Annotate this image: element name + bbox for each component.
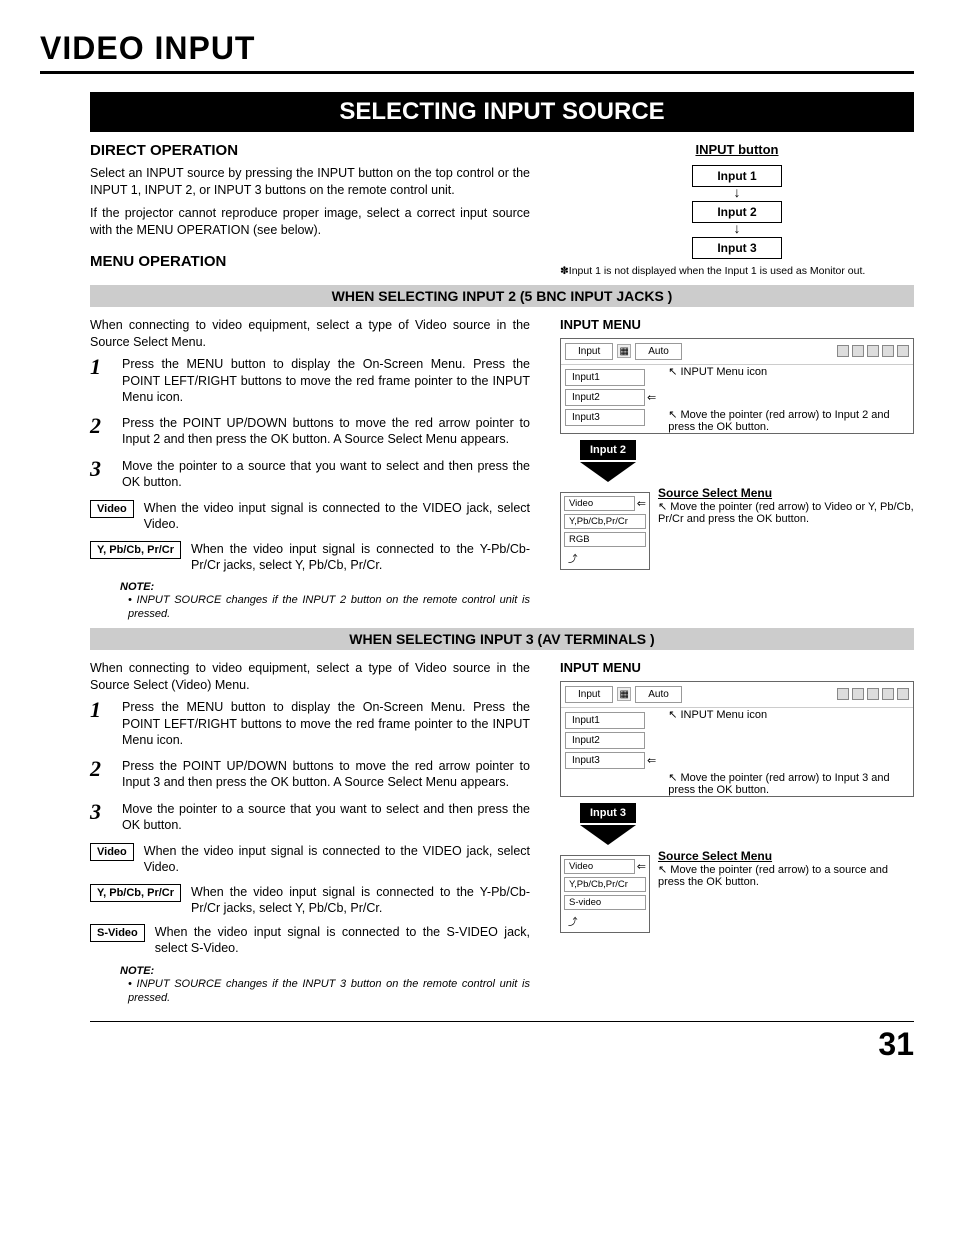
note-label: NOTE: [120,581,530,593]
toolbar-icon [897,345,909,357]
step-number: 1 [90,356,108,378]
sec3-step2: Press the POINT UP/DOWN buttons to move … [122,758,530,791]
menu-icon: ▦ [617,687,631,701]
direct-p1: Select an INPUT source by pressing the I… [90,165,530,199]
source-item-video: Video [564,496,635,511]
input-button-note: ✽Input 1 is not displayed when the Input… [560,265,914,279]
menu-item-input1: Input1 [565,369,645,386]
source-close-icon: ⤴ [564,913,646,929]
big-arrow-down-icon [580,825,636,845]
option-svideo: S-Video [90,924,145,942]
option-video-text: When the video input signal is connected… [144,500,530,533]
toolbar-icon [867,688,879,700]
input-menu-panel: Input ▦ Auto Input1 Input2 I [560,681,914,797]
option-ypbcb: Y, Pb/Cb, Pr/Cr [90,884,181,902]
arrow-label-input2: Input 2 [580,440,636,460]
step-number: 1 [90,699,108,721]
input-menu-icon-label: ↖ INPUT Menu icon [668,708,913,721]
section-banner: SELECTING INPUT SOURCE [90,92,914,132]
toolbar-icon [837,345,849,357]
input-menu-title: INPUT MENU [560,317,914,332]
source-item-svideo: S-video [564,895,646,910]
sec3-note: • INPUT SOURCE changes if the INPUT 3 bu… [120,977,530,1006]
toolbar-icon [867,345,879,357]
toolbar-icon [897,688,909,700]
big-arrow-down-icon [580,462,636,482]
menu-icon: ▦ [617,344,631,358]
source-select-panel: Video⇐ Y,Pb/Cb,Pr/Cr RGB ⤴ [560,492,650,570]
sec3-step1: Press the MENU button to display the On-… [122,699,530,748]
step-number: 2 [90,415,108,437]
toolbar-icon [852,345,864,357]
input2-bar: WHEN SELECTING INPUT 2 (5 BNC INPUT JACK… [90,285,914,307]
menu-header-input: Input [565,343,613,360]
input-menu-annotation: ↖ Move the pointer (red arrow) to Input … [668,772,889,796]
sec3-intro: When connecting to video equipment, sele… [90,660,530,694]
menu-item-input3: Input3 [565,752,645,769]
red-arrow-icon: ⇐ [635,860,646,873]
menu-header-input: Input [565,686,613,703]
option-video: Video [90,500,134,518]
page-number: 31 [90,1021,914,1063]
option-ypbcb-text: When the video input signal is connected… [191,541,530,574]
input-menu-panel: Input ▦ Auto Input1 Input2⇐ [560,338,914,434]
menu-item-input3: Input3 [565,409,645,426]
step-number: 3 [90,458,108,480]
step-number: 2 [90,758,108,780]
input3-bar: WHEN SELECTING INPUT 3 (AV TERMINALS ) [90,628,914,650]
menu-header-auto: Auto [635,343,682,360]
sec2-step2: Press the POINT UP/DOWN buttons to move … [122,415,530,448]
option-video: Video [90,843,134,861]
sec2-step1: Press the MENU button to display the On-… [122,356,530,405]
red-arrow-icon: ⇐ [645,754,656,767]
source-item-ypbcb: Y,Pb/Cb,Pr/Cr [564,514,646,529]
input-button-diagram: Input 1 ↓ Input 2 ↓ Input 3 [560,165,914,259]
toolbar-icon [837,688,849,700]
menu-item-input1: Input1 [565,712,645,729]
toolbar-icon [882,688,894,700]
red-arrow-icon: ⇐ [645,391,656,404]
option-video-text: When the video input signal is connected… [144,843,530,876]
menu-item-input2: Input2 [565,389,645,406]
sec2-intro: When connecting to video equipment, sele… [90,317,530,351]
option-ypbcb: Y, Pb/Cb, Pr/Cr [90,541,181,559]
sec2-note: • INPUT SOURCE changes if the INPUT 2 bu… [120,593,530,622]
menu-item-input2: Input2 [565,732,645,749]
toolbar-icon [852,688,864,700]
note-label: NOTE: [120,965,530,977]
input-menu-title: INPUT MENU [560,660,914,675]
menu-header-auto: Auto [635,686,682,703]
source-item-ypbcb: Y,Pb/Cb,Pr/Cr [564,877,646,892]
input-3-box: Input 3 [692,237,782,259]
arrow-down-icon: ↓ [734,223,741,237]
menu-operation-heading: MENU OPERATION [90,253,530,270]
arrow-label-input3: Input 3 [580,803,636,823]
source-select-title: Source Select Menu [658,486,914,500]
input-menu-icon-label: ↖ INPUT Menu icon [668,365,913,378]
source-select-panel: Video⇐ Y,Pb/Cb,Pr/Cr S-video ⤴ [560,855,650,933]
source-item-rgb: RGB [564,532,646,547]
input-button-title: INPUT button [560,142,914,157]
toolbar-icon [882,345,894,357]
page-title: VIDEO INPUT [40,30,914,74]
step-number: 3 [90,801,108,823]
direct-p2: If the projector cannot reproduce proper… [90,205,530,239]
source-close-icon: ⤴ [564,550,646,566]
source-item-video: Video [564,859,635,874]
source-select-title: Source Select Menu [658,849,914,863]
direct-operation-heading: DIRECT OPERATION [90,142,530,159]
option-ypbcb-text: When the video input signal is connected… [191,884,530,917]
sec2-step3: Move the pointer to a source that you wa… [122,458,530,491]
option-svideo-text: When the video input signal is connected… [155,924,530,957]
source-select-annotation: ↖ Move the pointer (red arrow) to Video … [658,500,914,525]
red-arrow-icon: ⇐ [635,497,646,510]
sec3-step3: Move the pointer to a source that you wa… [122,801,530,834]
source-select-annotation: ↖ Move the pointer (red arrow) to a sour… [658,863,914,888]
input-menu-annotation: ↖ Move the pointer (red arrow) to Input … [668,409,889,433]
arrow-down-icon: ↓ [734,187,741,201]
